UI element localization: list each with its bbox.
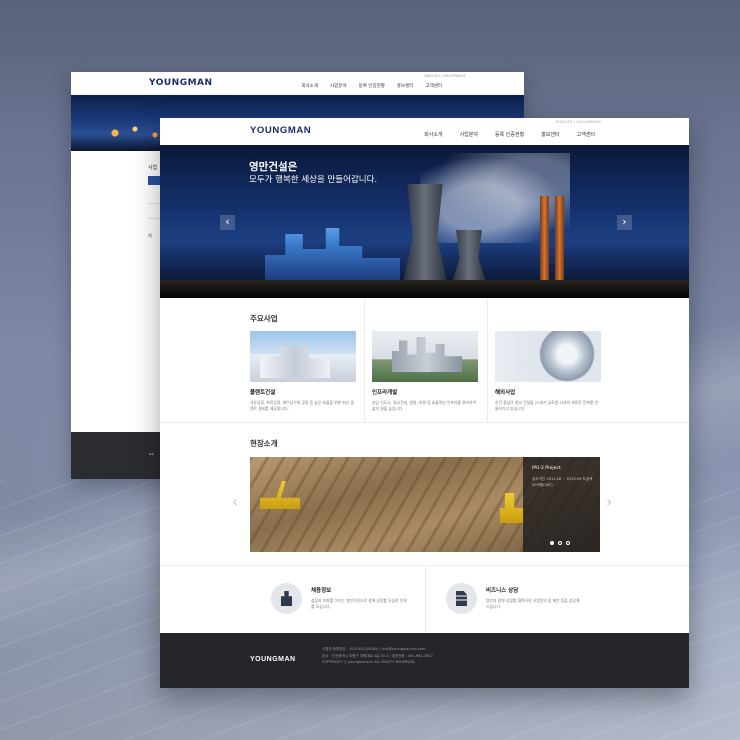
person-icon [281, 591, 292, 606]
footer-info: 사업자 등록번호 : 1001002(10000) | info@youngma… [322, 646, 433, 666]
pager-dot[interactable] [558, 541, 562, 545]
nav-pr-center[interactable]: 홍보센터 [541, 131, 559, 138]
info-recruit[interactable]: 채용정보 성장과 조화를 이끄는 영만가족으로 함께 성장할 유능한 인재를 모… [271, 583, 407, 614]
utility-links[interactable]: ENGLISH | GROUPWARE [556, 119, 601, 124]
info-divider [425, 566, 426, 633]
pager-dot[interactable] [566, 541, 570, 545]
back-footer-text: ▪▪ [149, 452, 154, 456]
back-banner-lights [91, 121, 171, 141]
business-divider [487, 298, 488, 423]
hero-ground [160, 280, 689, 298]
business-card-overseas[interactable]: 해외사업 인간 중심의 첨보 건설을 21세기 글로벌 시대의 새로운 문화를 … [495, 331, 601, 412]
site-logo[interactable]: YOUNGMAN [250, 125, 311, 136]
projects-prev-arrow-icon[interactable]: ‹ [232, 492, 238, 511]
business-title: 주요사업 [250, 314, 278, 323]
hero-slider: 영만건설은 모두가 행복한 세상을 만들어갑니다. ‹ › [160, 145, 689, 298]
nav-customer-center[interactable]: 고객센터 [577, 131, 595, 138]
business-card-name: 해외사업 [495, 390, 516, 396]
back-nav-company[interactable]: 회사소개 [301, 83, 318, 89]
business-divider [364, 298, 365, 423]
back-nav-business[interactable]: 사업분야 [330, 83, 347, 89]
info-desc: 영만과 함께 성장할 협력사의 사업문의 및 제안 등을 상담해 드립니다. [486, 598, 580, 610]
hero-next-arrow-icon[interactable]: › [617, 215, 632, 230]
info-section: 채용정보 성장과 조화를 이끄는 영만가족으로 함께 성장할 유능한 인재를 모… [160, 566, 689, 633]
hero-chimney [540, 196, 549, 282]
info-title: 비즈니스 상담 [486, 588, 519, 594]
info-title: 채용정보 [311, 588, 332, 594]
hero-chimney [555, 196, 564, 282]
footer-line: 사업자 등록번호 : 1001002(10000) | info@youngma… [322, 647, 426, 651]
footer-line: 본사 : 인천광역시 부평구 부평대로 4길 30-4 | 대표전화 : 061… [322, 653, 433, 658]
back-nav-customer[interactable]: 고객센터 [425, 83, 442, 89]
projects-section: 현장소개 IPU-2 Project 공사기간 2011.06 ~ 2013.0… [160, 423, 689, 566]
recruit-icon [271, 583, 302, 614]
site-header: YOUNGMAN ENGLISH | GROUPWARE 회사소개 사업분야 등… [160, 118, 689, 145]
business-card-name: 플랜트건설 [250, 390, 276, 396]
info-desc: 성장과 조화를 이끄는 영만가족으로 함께 성장할 유능한 인재를 모십니다. [311, 598, 407, 610]
projects-next-arrow-icon[interactable]: › [606, 492, 612, 511]
business-section: 주요사업 플랜트건설 석유공정, 화학공정, 해수담수화 공정 등 높은 효율을… [160, 298, 689, 423]
nav-company[interactable]: 회사소개 [424, 131, 442, 138]
project-pager [550, 541, 570, 545]
project-name: IPU-2 Project [532, 466, 561, 471]
footer-copyright: COPYRIGHT ⓒ youngmancon ALL RIGHTS RESER… [322, 660, 416, 665]
business-card-desc: 분당 신도시, 필교건설, 병원, 호텔 등 효율적인 인프라를 관리하여 삶의… [372, 400, 477, 412]
back-utility-links[interactable]: ENGLISH | GROUPWARE [424, 74, 466, 78]
hero-subtitle: 모두가 행복한 세상을 만들어갑니다. [249, 175, 378, 185]
business-card-desc: 인간 중심의 첨보 건설을 21세기 글로벌 시대의 새로운 문화를 만들어가고… [495, 400, 599, 412]
back-nav: 회사소개 사업분야 등록 인증현황 홍보센터 고객센터 [301, 83, 442, 89]
nav-business[interactable]: 사업분야 [460, 131, 478, 138]
hero-plant-building [265, 228, 400, 282]
business-plant-image [250, 331, 356, 382]
business-global-image [495, 331, 601, 382]
business-card-name: 인프라개발 [372, 390, 398, 396]
hero-prev-arrow-icon[interactable]: ‹ [220, 215, 235, 230]
info-business-consult[interactable]: 비즈니스 상담 영만과 함께 성장할 협력사의 사업문의 및 제안 등을 상담해… [446, 583, 582, 614]
back-header: YOUNGMAN ENGLISH | GROUPWARE 회사소개 사업분야 등… [71, 72, 524, 95]
back-nav-certification[interactable]: 등록 인증현황 [359, 83, 385, 89]
project-info-overlay: IPU-2 Project 공사기간 2011.06 ~ 2013.09 도급액… [523, 457, 600, 552]
business-infra-image [372, 331, 478, 382]
document-icon [456, 591, 467, 606]
front-page-mockup: YOUNGMAN ENGLISH | GROUPWARE 회사소개 사업분야 등… [160, 118, 689, 688]
business-card-plant[interactable]: 플랜트건설 석유공정, 화학공정, 해수담수화 공정 등 높은 효율을 위한 최… [250, 331, 356, 412]
back-nav-pr[interactable]: 홍보센터 [397, 83, 414, 89]
back-logo[interactable]: YOUNGMAN [149, 78, 213, 88]
project-detail: 공사기간 2011.06 ~ 2013.09 도급액 20억원(VAT) [532, 477, 593, 488]
consult-icon [446, 583, 477, 614]
pager-dot-active[interactable] [550, 541, 554, 545]
nav-certification[interactable]: 등록 인증현황 [495, 131, 524, 138]
footer-logo: YOUNGMAN [250, 656, 296, 663]
hero-title: 영만건설은 [249, 161, 298, 173]
main-nav: 회사소개 사업분야 등록 인증현황 홍보센터 고객센터 [424, 131, 595, 138]
site-footer: YOUNGMAN 사업자 등록번호 : 1001002(10000) | inf… [160, 633, 689, 688]
business-card-infra[interactable]: 인프라개발 분당 신도시, 필교건설, 병원, 호텔 등 효율적인 인프라를 관… [372, 331, 478, 412]
hero-cooling-tower [452, 230, 486, 282]
projects-title: 현장소개 [250, 439, 278, 448]
business-card-desc: 석유공정, 화학공정, 해수담수화 공정 등 높은 효율을 위한 최신 플랜트 … [250, 400, 355, 412]
